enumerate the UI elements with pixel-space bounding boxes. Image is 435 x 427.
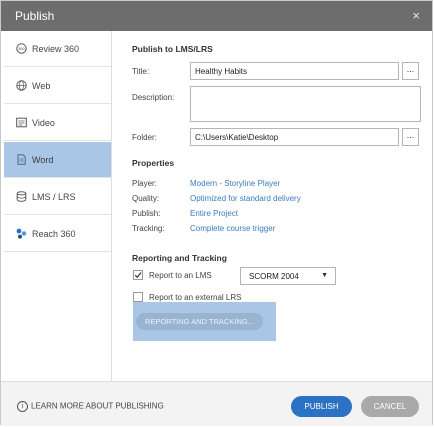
folder-browse-button[interactable]: ... — [402, 128, 419, 146]
folder-label: Folder: — [132, 133, 157, 142]
title-browse-button[interactable]: ... — [402, 62, 419, 80]
publish-button[interactable]: PUBLISH — [291, 396, 352, 417]
title-bar: Publish × — [1, 1, 432, 31]
sidebar-item-label: Word — [32, 155, 54, 165]
reporting-and-tracking-button[interactable]: REPORTING AND TRACKING... — [136, 313, 263, 330]
close-icon[interactable]: × — [412, 8, 420, 23]
publish-sidebar: 360 Review 360 Web Video Word LMS / LRS … — [4, 31, 112, 381]
learn-more-link[interactable]: i LEARN MORE ABOUT PUBLISHING — [17, 401, 164, 412]
svg-text:360: 360 — [18, 46, 25, 51]
lms-standard-select[interactable]: SCORM 2004 ▼ — [240, 267, 336, 285]
quality-label: Quality: — [132, 194, 160, 203]
sidebar-item-reach-360[interactable]: Reach 360 — [4, 216, 111, 252]
publish-settings-panel: Publish to LMS/LRS Title: Healthy Habits… — [112, 31, 432, 381]
chevron-down-icon: ▼ — [321, 272, 328, 279]
description-field[interactable] — [190, 86, 421, 122]
lms-database-icon — [16, 191, 27, 202]
dialog-title: Publish — [15, 9, 55, 23]
publish-scope-label: Publish: — [132, 209, 161, 218]
review-360-icon: 360 — [16, 43, 27, 54]
sidebar-item-label: Web — [32, 81, 51, 91]
sidebar-item-review-360[interactable]: 360 Review 360 — [4, 31, 111, 67]
cancel-button[interactable]: CANCEL — [361, 396, 419, 417]
report-lms-checkbox[interactable] — [133, 270, 143, 280]
folder-field[interactable]: C:\Users\Katie\Desktop — [190, 128, 399, 146]
quality-link[interactable]: Optimized for standard delivery — [190, 194, 301, 203]
publish-dialog: Publish × 360 Review 360 Web Video Word … — [0, 0, 433, 426]
lms-standard-value: SCORM 2004 — [249, 272, 299, 281]
description-label: Description: — [132, 93, 175, 102]
sidebar-item-label: LMS / LRS — [32, 192, 76, 202]
publish-scope-link[interactable]: Entire Project — [190, 209, 238, 218]
sidebar-item-label: Video — [32, 118, 55, 128]
reporting-heading: Reporting and Tracking — [132, 253, 227, 263]
player-label: Player: — [132, 179, 157, 188]
title-label: Title: — [132, 67, 150, 76]
properties-heading: Properties — [132, 158, 175, 168]
tracking-link[interactable]: Complete course trigger — [190, 224, 275, 233]
checkmark-icon — [134, 272, 142, 279]
report-lms-label: Report to an LMS — [149, 271, 212, 280]
sidebar-item-label: Reach 360 — [32, 229, 76, 239]
dialog-footer: i LEARN MORE ABOUT PUBLISHING PUBLISH CAN… — [1, 381, 432, 426]
info-icon: i — [17, 401, 28, 412]
reporting-tracking-highlight: REPORTING AND TRACKING... — [133, 302, 276, 341]
video-icon — [16, 117, 27, 128]
reach-360-icon — [16, 228, 27, 239]
player-link[interactable]: Modern - Storyline Player — [190, 179, 280, 188]
word-document-icon — [17, 154, 26, 165]
web-globe-icon — [16, 80, 27, 91]
report-external-lrs-label: Report to an external LRS — [149, 293, 242, 302]
sidebar-item-word[interactable]: Word — [4, 142, 111, 178]
title-field[interactable]: Healthy Habits — [190, 62, 399, 80]
report-external-lrs-checkbox[interactable] — [133, 292, 143, 302]
publish-heading: Publish to LMS/LRS — [132, 44, 213, 54]
sidebar-item-video[interactable]: Video — [4, 105, 111, 141]
tracking-label: Tracking: — [132, 224, 165, 233]
learn-more-label: LEARN MORE ABOUT PUBLISHING — [31, 401, 164, 411]
sidebar-item-web[interactable]: Web — [4, 68, 111, 104]
sidebar-item-label: Review 360 — [32, 44, 80, 54]
sidebar-item-lms-lrs[interactable]: LMS / LRS — [4, 179, 111, 215]
